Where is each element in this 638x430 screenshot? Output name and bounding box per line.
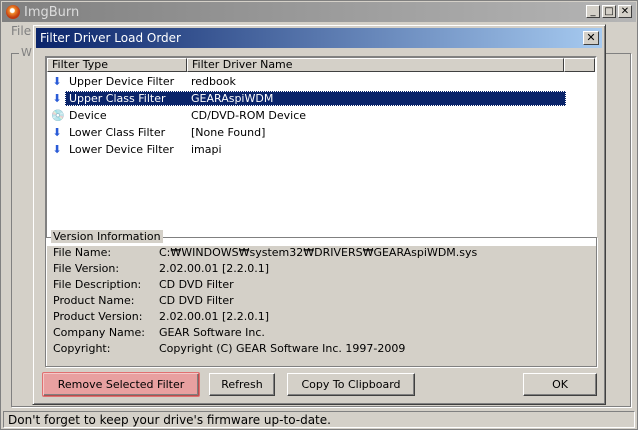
file-name-value: C:₩WINDOWS₩system32₩DRIVERS₩GEARAspiWDM.… [159, 246, 478, 259]
down-arrow-icon: ⬇ [52, 92, 62, 105]
filter-name-cell: imapi [191, 143, 222, 156]
file-version-value: 2.02.00.01 [2.2.0.1] [159, 262, 270, 275]
product-name-value: CD DVD Filter [159, 294, 234, 307]
column-filter-type[interactable]: Filter Type [47, 58, 187, 72]
refresh-button[interactable]: Refresh [209, 373, 275, 396]
file-description-label: File Description: [53, 278, 142, 291]
company-name-value: GEAR Software Inc. [159, 326, 265, 339]
minimize-button[interactable]: _ [586, 5, 600, 18]
cd-drive-icon: 💿 [51, 109, 65, 122]
list-header: Filter Type Filter Driver Name [47, 58, 595, 72]
down-arrow-icon: ⬇ [52, 143, 62, 156]
list-item-selected[interactable]: ⬇ Upper Class Filter GEARAspiWDM [47, 91, 567, 107]
maximize-button[interactable]: □ [602, 5, 616, 18]
product-version-value: 2.02.00.01 [2.2.0.1] [159, 310, 270, 323]
imgburn-logo-icon [6, 5, 20, 19]
product-version-label: Product Version: [53, 310, 143, 323]
column-filter-driver-name[interactable]: Filter Driver Name [187, 58, 564, 72]
main-close-button[interactable]: ✕ [618, 5, 632, 18]
filter-name-cell: CD/DVD-ROM Device [191, 109, 307, 122]
status-bar: Don't forget to keep your drive's firmwa… [3, 411, 635, 428]
down-arrow-icon: ⬇ [52, 126, 62, 139]
filter-list[interactable]: Filter Type Filter Driver Name ⬇ Upper D… [45, 56, 597, 246]
main-titlebar[interactable]: ImgBurn _ □ ✕ [2, 2, 636, 22]
list-item[interactable]: ⬇ Upper Device Filter redbook [47, 74, 567, 90]
copy-to-clipboard-button[interactable]: Copy To Clipboard [287, 373, 415, 396]
copyright-value: Copyright (C) GEAR Software Inc. 1997-20… [159, 342, 406, 355]
dialog-title: Filter Driver Load Order [40, 31, 181, 45]
menu-file[interactable]: File [11, 24, 31, 38]
filter-driver-dialog: Filter Driver Load Order ✕ Filter Type F… [32, 24, 606, 405]
remove-selected-filter-button[interactable]: Remove Selected Filter [42, 372, 200, 397]
company-name-label: Company Name: [53, 326, 145, 339]
product-name-label: Product Name: [53, 294, 135, 307]
filter-type-cell: Device [69, 109, 107, 122]
file-description-value: CD DVD Filter [159, 278, 234, 291]
dialog-titlebar[interactable]: Filter Driver Load Order ✕ [36, 28, 602, 48]
filter-name-cell: redbook [191, 75, 236, 88]
list-item[interactable]: 💿 Device CD/DVD-ROM Device [47, 108, 567, 124]
list-item[interactable]: ⬇ Lower Class Filter [None Found] [47, 125, 567, 141]
filter-type-cell: Upper Device Filter [69, 75, 175, 88]
file-name-label: File Name: [53, 246, 112, 259]
version-info-label: Version Information [51, 230, 163, 243]
filter-name-cell: [None Found] [191, 126, 266, 139]
down-arrow-icon: ⬇ [52, 75, 62, 88]
copyright-label: Copyright: [53, 342, 111, 355]
ok-button[interactable]: OK [523, 373, 597, 396]
column-filler [564, 58, 595, 72]
dialog-close-button[interactable]: ✕ [583, 31, 599, 45]
filter-type-cell: Lower Class Filter [69, 126, 166, 139]
filter-type-cell: Lower Device Filter [69, 143, 174, 156]
filter-name-cell: GEARAspiWDM [191, 92, 274, 105]
status-text: Don't forget to keep your drive's firmwa… [8, 413, 331, 427]
filter-type-cell: Upper Class Filter [69, 92, 166, 105]
file-version-label: File Version: [53, 262, 120, 275]
main-window-title: ImgBurn [24, 5, 80, 20]
list-item[interactable]: ⬇ Lower Device Filter imapi [47, 142, 567, 158]
